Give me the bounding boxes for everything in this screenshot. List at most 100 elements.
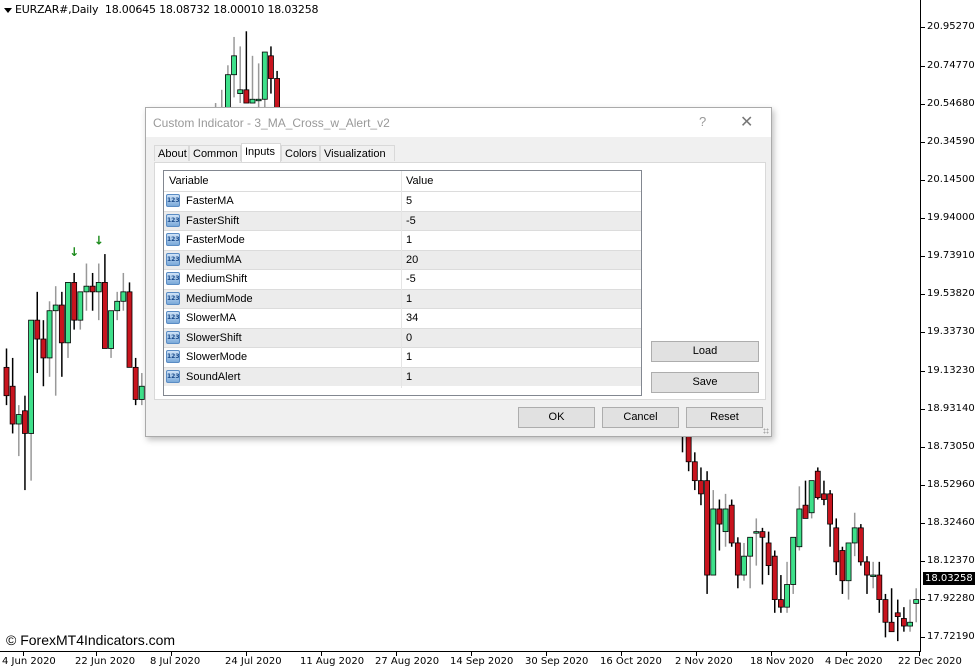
bullish-candle-body <box>790 536 797 585</box>
early-candle <box>52 286 59 396</box>
early-candle <box>46 301 53 377</box>
input-row-soundalert[interactable]: 123 SoundAlert 1 <box>164 366 641 386</box>
tab-inputs[interactable]: Inputs <box>241 143 281 162</box>
date-tick-label: 22 Jun 2020 <box>75 656 136 667</box>
bullish-candle-body <box>224 74 231 110</box>
late-candle <box>827 490 833 547</box>
variable-value[interactable]: 1 <box>406 351 412 363</box>
late-candle <box>864 556 870 594</box>
date-tick-label: 4 Jun 2020 <box>2 656 56 667</box>
current-price-label: 18.03258 <box>923 572 975 585</box>
integer-type-icon: 123 <box>166 233 180 246</box>
bearish-candle-body <box>71 282 78 321</box>
late-candle <box>821 480 827 506</box>
price-tick <box>921 408 925 410</box>
bearish-candle-body <box>89 285 96 293</box>
late-candle <box>876 561 883 613</box>
dialog-titlebar[interactable]: Custom Indicator - 3_MA_Cross_w_Alert_v2… <box>146 108 771 137</box>
inputs-panel: Variable Value 123 FasterMA 5 123 FasterShif… <box>154 162 766 400</box>
variable-name: MediumShift <box>186 273 248 285</box>
bearish-candle-body <box>734 542 741 576</box>
column-header-value[interactable]: Value <box>406 175 433 187</box>
input-row-slowerma[interactable]: 123 SlowerMA 34 <box>164 308 641 327</box>
tab-common[interactable]: Common <box>189 145 241 161</box>
variable-value[interactable]: 5 <box>406 195 412 207</box>
variable-value[interactable]: 20 <box>406 254 418 266</box>
early-candle <box>261 51 268 109</box>
early-candle <box>138 373 145 406</box>
price-tick-label: 20.14500 <box>927 173 975 185</box>
variable-value[interactable]: -5 <box>406 215 416 227</box>
integer-type-icon: 123 <box>166 369 180 383</box>
save-button[interactable]: Save <box>651 372 759 393</box>
early-candle <box>126 282 133 368</box>
close-icon[interactable]: ✕ <box>740 112 753 132</box>
reset-button[interactable]: Reset <box>686 407 763 428</box>
late-candle <box>888 588 895 633</box>
resize-grip-icon[interactable] <box>763 428 769 434</box>
input-row-mediumma[interactable]: 123 MediumMA 20 <box>164 249 641 269</box>
late-candle <box>698 467 704 506</box>
tab-visualization[interactable]: Visualization <box>320 145 395 161</box>
bearish-candle-body <box>243 89 250 104</box>
price-tick <box>921 523 925 525</box>
input-row-fastermode[interactable]: 123 FasterMode 1 <box>164 230 641 249</box>
column-header-variable[interactable]: Variable <box>169 175 209 187</box>
input-row-fastershift[interactable]: 123 FasterShift -5 <box>164 210 641 230</box>
bearish-candle-body <box>691 461 698 482</box>
tab-colors[interactable]: Colors <box>281 145 320 161</box>
integer-type-icon: 123 <box>166 213 180 227</box>
variable-value[interactable]: 1 <box>406 234 412 246</box>
custom-indicator-dialog: Custom Indicator - 3_MA_Cross_w_Alert_v2… <box>145 107 772 437</box>
variable-value[interactable]: 0 <box>406 332 412 344</box>
ok-button[interactable]: OK <box>518 407 595 428</box>
bullish-candle-body <box>255 98 262 102</box>
help-button[interactable]: ? <box>699 114 706 129</box>
late-candle <box>913 588 920 623</box>
variable-name: FasterMA <box>186 195 234 207</box>
date-tick-label: 2 Nov 2020 <box>675 656 733 667</box>
bearish-candle-body <box>704 480 710 576</box>
late-candle <box>771 550 778 613</box>
bearish-candle-body <box>857 527 864 563</box>
variable-value[interactable]: 34 <box>406 312 418 324</box>
price-tick <box>921 65 925 67</box>
price-tick <box>921 637 925 638</box>
variable-name: FasterShift <box>186 214 240 227</box>
bullish-candle-body <box>83 285 90 293</box>
late-candle <box>907 599 913 632</box>
bearish-candle-body <box>833 527 840 563</box>
inputs-grid[interactable]: Variable Value 123 FasterMA 5 123 FasterShif… <box>163 170 642 396</box>
bullish-candle-body <box>747 536 754 557</box>
input-row-slowershift[interactable]: 123 SlowerShift 0 <box>164 327 641 347</box>
input-row-mediumshift[interactable]: 123 MediumShift -5 <box>164 269 641 288</box>
input-row-mediummode[interactable]: 123 MediumMode 1 <box>164 288 641 308</box>
load-button[interactable]: Load <box>651 341 759 362</box>
late-candle <box>753 518 760 566</box>
date-tick-label: 27 Aug 2020 <box>375 656 440 667</box>
ohlc-readout: 18.00645 18.08732 18.00010 18.03258 <box>104 3 319 16</box>
tab-about[interactable]: About <box>154 145 189 161</box>
late-candle <box>808 480 815 519</box>
input-row-slowermode[interactable]: 123 SlowerMode 1 <box>164 347 641 366</box>
bullish-candle-body <box>710 508 717 576</box>
bullish-candle-body <box>796 508 803 548</box>
bullish-candle-body <box>138 385 145 400</box>
variable-value[interactable]: 1 <box>406 371 412 383</box>
collapse-triangle-icon[interactable] <box>4 7 12 13</box>
late-candle <box>882 593 889 638</box>
cancel-button[interactable]: Cancel <box>602 407 679 428</box>
bullish-candle-body <box>249 98 256 104</box>
variable-value[interactable]: 1 <box>406 293 412 305</box>
late-candle <box>845 542 852 600</box>
late-candle <box>839 546 846 594</box>
price-tick-label: 18.93140 <box>927 402 975 414</box>
bearish-candle-body <box>126 291 133 368</box>
early-candle <box>249 55 256 104</box>
late-candle <box>710 490 717 576</box>
variable-value[interactable]: -5 <box>406 273 416 285</box>
early-candle <box>89 272 96 311</box>
late-candle <box>691 452 698 491</box>
early-candle <box>40 320 47 387</box>
input-row-fasterma[interactable]: 123 FasterMA 5 <box>164 191 641 210</box>
